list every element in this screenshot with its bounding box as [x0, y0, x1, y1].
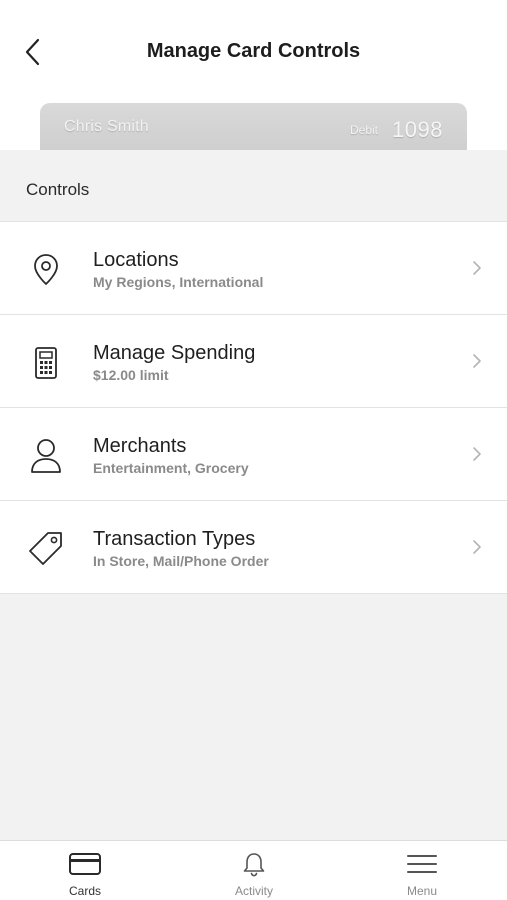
- controls-list: Locations My Regions, International Mana…: [0, 221, 507, 594]
- chevron-right-icon: [473, 354, 481, 368]
- location-pin-icon: [26, 250, 66, 290]
- chevron-right-icon: [473, 540, 481, 554]
- calculator-icon: [26, 343, 66, 383]
- tab-label: Activity: [234, 884, 273, 898]
- tab-cards[interactable]: Cards: [25, 841, 145, 900]
- credit-card-icon: [25, 851, 145, 877]
- control-title: Locations: [93, 249, 179, 271]
- control-row-transaction-types[interactable]: Transaction Types In Store, Mail/Phone O…: [0, 501, 507, 594]
- card-last-four: 1098: [392, 117, 443, 142]
- control-title: Merchants: [93, 435, 187, 457]
- card-holder-name: Chris Smith: [64, 118, 149, 135]
- control-title: Transaction Types: [93, 528, 256, 550]
- manage-card-controls-screen: Manage Card Controls Chris Smith Debit 1…: [0, 0, 507, 900]
- card-type-label: Debit: [349, 123, 378, 137]
- control-subtitle: In Store, Mail/Phone Order: [93, 553, 269, 569]
- control-subtitle: $12.00 limit: [93, 367, 169, 383]
- person-icon: [26, 436, 66, 476]
- tab-activity[interactable]: Activity: [194, 841, 314, 900]
- card-preview: Chris Smith Debit 1098: [40, 103, 467, 150]
- chevron-right-icon: [473, 447, 481, 461]
- control-row-manage-spending[interactable]: Manage Spending $12.00 limit: [0, 315, 507, 408]
- control-row-locations[interactable]: Locations My Regions, International: [0, 221, 507, 315]
- tab-label: Menu: [406, 884, 438, 898]
- chevron-right-icon: [473, 261, 481, 275]
- control-subtitle: Entertainment, Grocery: [93, 460, 249, 476]
- section-label-controls: Controls: [26, 180, 90, 199]
- control-row-merchants[interactable]: Merchants Entertainment, Grocery: [0, 408, 507, 501]
- bell-icon: [194, 851, 314, 877]
- control-subtitle: My Regions, International: [93, 274, 264, 290]
- tab-label: Cards: [68, 884, 101, 898]
- bottom-tab-bar: Cards Activity Menu: [0, 840, 507, 900]
- header: Manage Card Controls Chris Smith Debit 1…: [0, 0, 507, 150]
- page-title: Manage Card Controls: [146, 40, 361, 62]
- control-title: Manage Spending: [93, 342, 256, 364]
- tab-menu[interactable]: Menu: [362, 841, 482, 900]
- hamburger-menu-icon: [362, 851, 482, 877]
- tag-icon: [26, 529, 66, 569]
